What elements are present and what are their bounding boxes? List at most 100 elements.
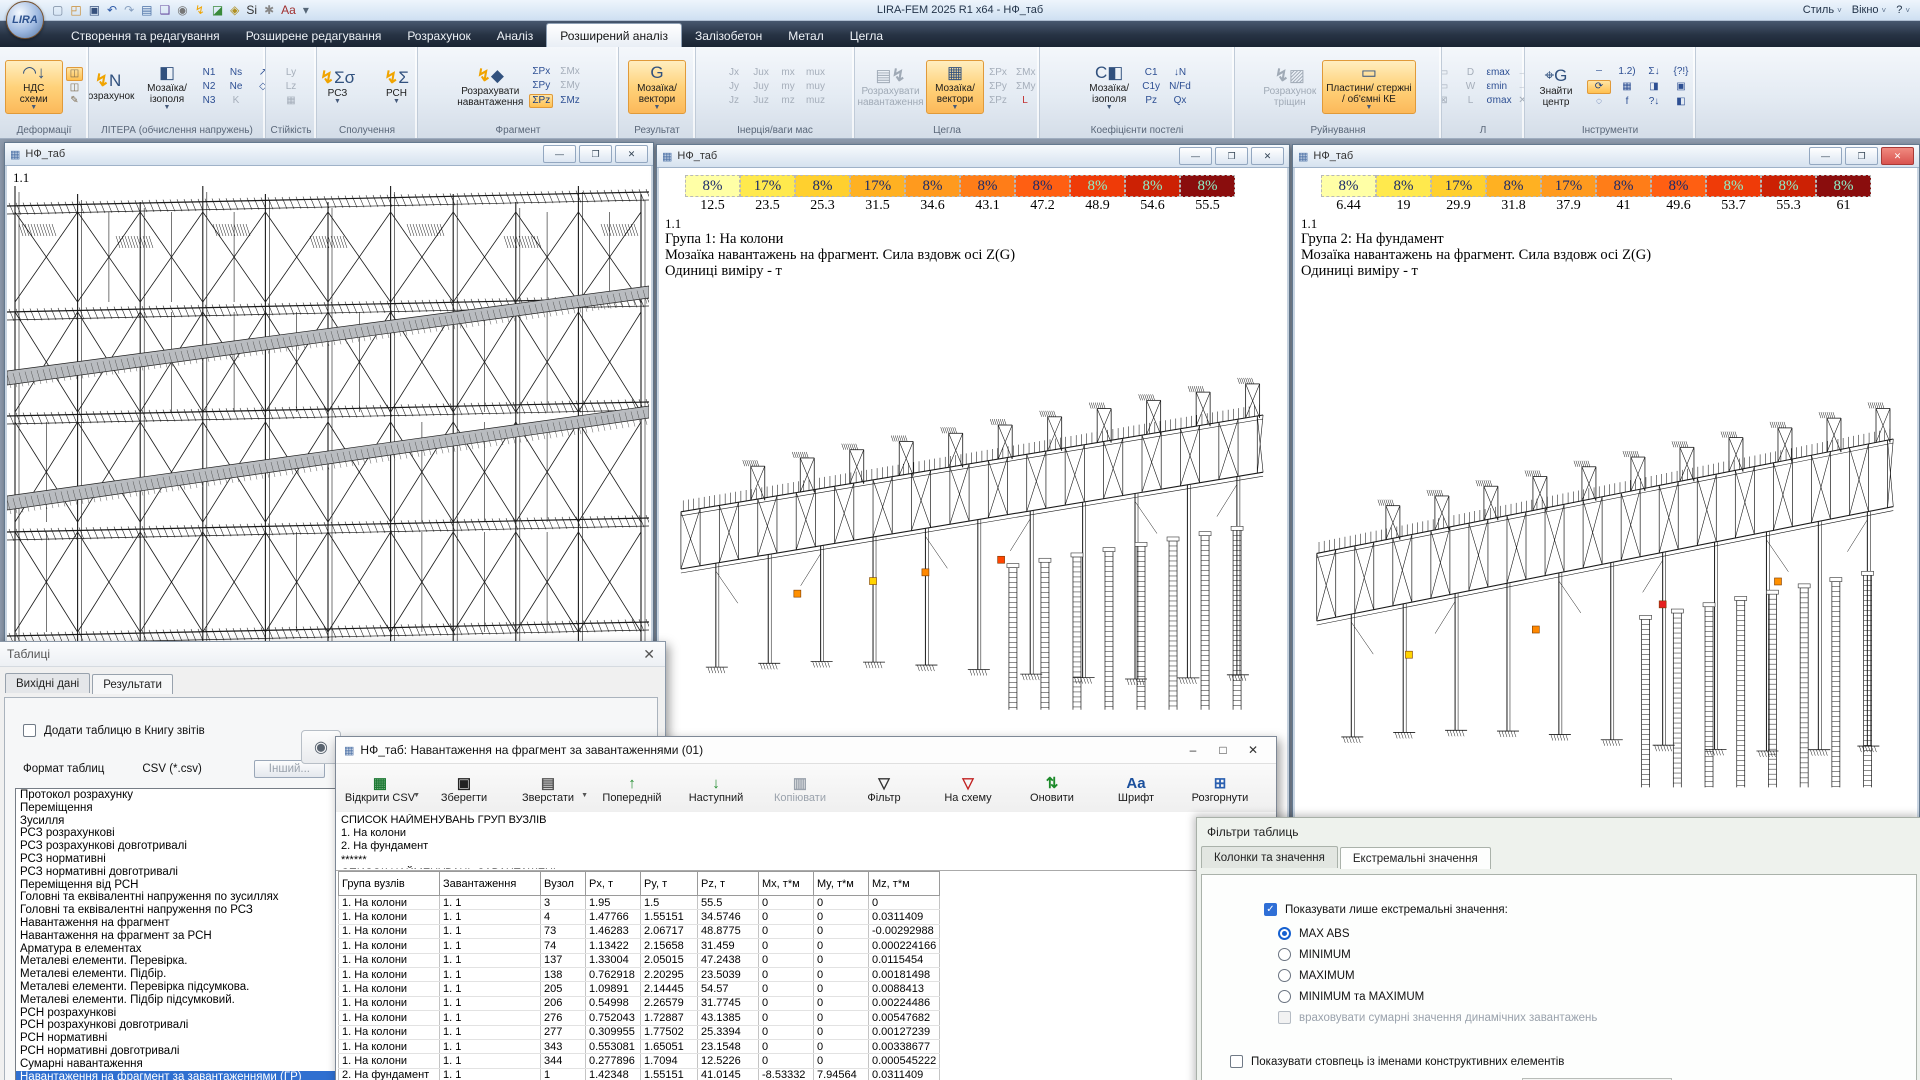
radio-minimum[interactable] — [1278, 948, 1291, 961]
ribbon-symbol-button[interactable]: N2 — [198, 81, 220, 93]
column-header[interactable]: Px, т — [586, 872, 641, 896]
ribbon-tab[interactable]: Цегла — [837, 24, 896, 47]
toolbar-button-фільтр[interactable]: ▽Фільтр — [842, 766, 926, 813]
help-button[interactable]: ?˅ — [1896, 4, 1910, 16]
ribbon-symbol-button[interactable]: muz — [804, 95, 827, 107]
show-extreme-checkbox[interactable]: ✓ — [1264, 903, 1277, 916]
ribbon-symbol-button[interactable]: ▦ — [1616, 81, 1638, 93]
tab-columns-values[interactable]: Колонки та значення — [1201, 846, 1338, 868]
dialog-title-bar[interactable]: Таблиці ✕ — [0, 642, 665, 667]
ribbon-symbol-button[interactable]: Ly — [280, 67, 302, 79]
window-title-bar[interactable]: ▦ НФ_таб — ❐ ✕ — [1293, 145, 1919, 168]
ribbon-symbol-button[interactable]: L — [1460, 95, 1482, 107]
table-row[interactable]: 1. На колони1. 141.477661.5515134.574600… — [339, 910, 940, 924]
ribbon-symbol-button[interactable]: ▭ — [1442, 81, 1455, 93]
tab-input-data[interactable]: Вихідні дані — [5, 673, 90, 693]
ribbon-symbol-button[interactable]: Jux — [750, 67, 772, 79]
chevron-down-icon[interactable]: ▼ — [413, 792, 420, 799]
toolbar-button-попередній[interactable]: ↑Попередній — [590, 766, 674, 813]
ribbon-symbol-button[interactable]: {?!} — [1670, 66, 1692, 78]
column-header[interactable]: Група вузлів — [339, 872, 440, 896]
column-header[interactable]: Вузол — [541, 872, 586, 896]
ribbon-symbol-button[interactable]: ▣ — [1670, 81, 1692, 93]
table-row[interactable]: 1. На колони1. 11380.7629182.2029523.503… — [339, 967, 940, 981]
table-row[interactable]: 1. На колони1. 1731.462832.0671748.87750… — [339, 924, 940, 938]
ribbon-symbol-button[interactable]: ⊠ — [1442, 95, 1455, 107]
ribbon-button[interactable]: ▦Мозаїка/вектори▼ — [926, 60, 984, 114]
ribbon-button[interactable]: ↯▨Розрахуноктріщин — [1260, 64, 1319, 110]
table-content[interactable]: СПИСОК НАЙМЕНУВАНЬ ГРУП ВУЗЛІВ1. На коло… — [336, 812, 1276, 1080]
ribbon-symbol-button[interactable]: ◧ — [1670, 96, 1692, 108]
ribbon-symbol-button[interactable]: ◌ — [1587, 96, 1611, 108]
toolbar-button-відкрити-csv[interactable]: ▦Відкрити CSV▼ — [338, 766, 422, 813]
ribbon-symbol-button[interactable]: ΣMy — [558, 80, 582, 92]
ribbon-symbol-button[interactable]: muy — [804, 81, 827, 93]
results-table[interactable]: Група вузлівЗавантаженняВузолPx, тPy, тP… — [338, 871, 940, 1080]
ribbon-tab[interactable]: Метал — [775, 24, 836, 47]
element-names-checkbox[interactable] — [1230, 1055, 1243, 1068]
column-header[interactable]: Pz, т — [698, 872, 759, 896]
ribbon-symbol-button[interactable]: ΣMz — [558, 95, 582, 107]
ribbon-small-button[interactable]: ◫ — [66, 67, 83, 81]
ribbon-symbol-button[interactable]: ✕ — [1512, 95, 1526, 107]
table-row[interactable]: 1. На колони1. 12060.549982.2657931.7745… — [339, 996, 940, 1010]
ribbon-symbol-button[interactable]: Σ↓ — [1643, 66, 1665, 78]
ribbon-symbol-button[interactable]: D — [1460, 67, 1482, 79]
ribbon-symbol-button[interactable]: ΣPz — [529, 94, 553, 108]
ribbon-symbol-button[interactable]: N1 — [198, 67, 220, 79]
ribbon-symbol-button[interactable]: ΣPx — [987, 67, 1009, 79]
chevron-down-icon[interactable]: ▼ — [581, 792, 588, 799]
minimize-button[interactable]: — — [543, 145, 576, 163]
toolbar-button-наступний[interactable]: ↓Наступний — [674, 766, 758, 813]
ribbon-symbol-button[interactable]: ΣPy — [987, 81, 1009, 93]
ribbon-symbol-button[interactable]: mx — [777, 67, 799, 79]
table-row[interactable]: 1. На колони1. 11371.330042.0501547.2438… — [339, 953, 940, 967]
ribbon-symbol-button[interactable]: mux — [804, 67, 827, 79]
ribbon-symbol-button[interactable]: N/Fd — [1167, 81, 1193, 93]
ribbon-symbol-button[interactable]: εmin — [1485, 81, 1507, 93]
ribbon-symbol-button[interactable]: Pz — [1140, 95, 1162, 107]
toolbar-button-шрифт[interactable]: AaШрифт — [1094, 766, 1178, 813]
close-icon[interactable]: ✕ — [643, 646, 655, 663]
ribbon-symbol-button[interactable]: ΣMy — [1014, 81, 1036, 93]
table-window[interactable]: ▦ НФ_таб: Навантаження на фрагмент за за… — [335, 736, 1277, 1080]
ribbon-button[interactable]: ▭Пластини/ стержні/ об'ємні КЕ▼ — [1322, 60, 1415, 114]
ribbon-tab[interactable]: Розрахунок — [394, 24, 483, 47]
add-to-report-checkbox[interactable] — [23, 724, 36, 737]
ribbon-symbol-button[interactable]: ΣMx — [558, 66, 582, 78]
toolbar-button-оновити[interactable]: ⇅Оновити — [1010, 766, 1094, 813]
ribbon-symbol-button[interactable]: σmax — [1485, 95, 1507, 107]
radio-maximum[interactable] — [1278, 969, 1291, 982]
ribbon-symbol-button[interactable]: 1.2) — [1616, 66, 1638, 78]
ribbon-symbol-button[interactable]: ◨ — [1643, 81, 1665, 93]
ribbon-symbol-button[interactable]: Juy — [750, 81, 772, 93]
ribbon-symbol-button[interactable]: ▦ — [280, 95, 302, 107]
ribbon-symbol-button[interactable]: ↓N — [1167, 67, 1193, 79]
radio-minimum-maximum[interactable] — [1278, 990, 1291, 1003]
ribbon-symbol-button[interactable]: ?↓ — [1643, 96, 1665, 108]
ribbon-symbol-button[interactable]: my — [777, 81, 799, 93]
table-filters-panel[interactable]: Фільтри таблиць Колонки та значення Екст… — [1196, 817, 1920, 1080]
column-header[interactable]: Mx, т*м — [759, 872, 814, 896]
ribbon-symbol-button[interactable]: ΣPz — [987, 95, 1009, 107]
restore-button[interactable]: ❐ — [1215, 147, 1248, 165]
ribbon-button[interactable]: ◠↓НДСсхеми▼ — [5, 60, 63, 114]
ribbon-button[interactable]: ↯◆Розрахуватинавантаження — [454, 64, 526, 110]
restore-button[interactable]: ❐ — [579, 145, 612, 163]
minimize-button[interactable]: — — [1809, 147, 1842, 165]
column-header[interactable]: My, т*м — [814, 872, 869, 896]
close-button[interactable]: ✕ — [1251, 147, 1284, 165]
ribbon-symbol-button[interactable]: ΣPx — [529, 66, 553, 78]
table-row[interactable]: 2. На фундамент1. 111.423481.5515141.014… — [339, 1068, 940, 1080]
ribbon-symbol-button[interactable]: Ne — [225, 81, 247, 93]
ribbon-small-button[interactable]: ✎ — [66, 95, 83, 107]
minimize-button[interactable]: – — [1178, 743, 1208, 757]
ribbon-symbol-button[interactable]: ΣPy — [529, 80, 553, 92]
table-row[interactable]: 1. На колони1. 12760.7520431.7288743.138… — [339, 1011, 940, 1025]
table-window-title-bar[interactable]: ▦ НФ_таб: Навантаження на фрагмент за за… — [336, 737, 1276, 764]
close-button[interactable]: ✕ — [615, 145, 648, 163]
ribbon-symbol-button[interactable]: Lz — [280, 81, 302, 93]
style-menu[interactable]: Стиль˅ — [1803, 4, 1842, 16]
ribbon-small-button[interactable]: ◫ — [66, 82, 83, 94]
ribbon-symbol-button[interactable]: Qx — [1167, 95, 1193, 107]
